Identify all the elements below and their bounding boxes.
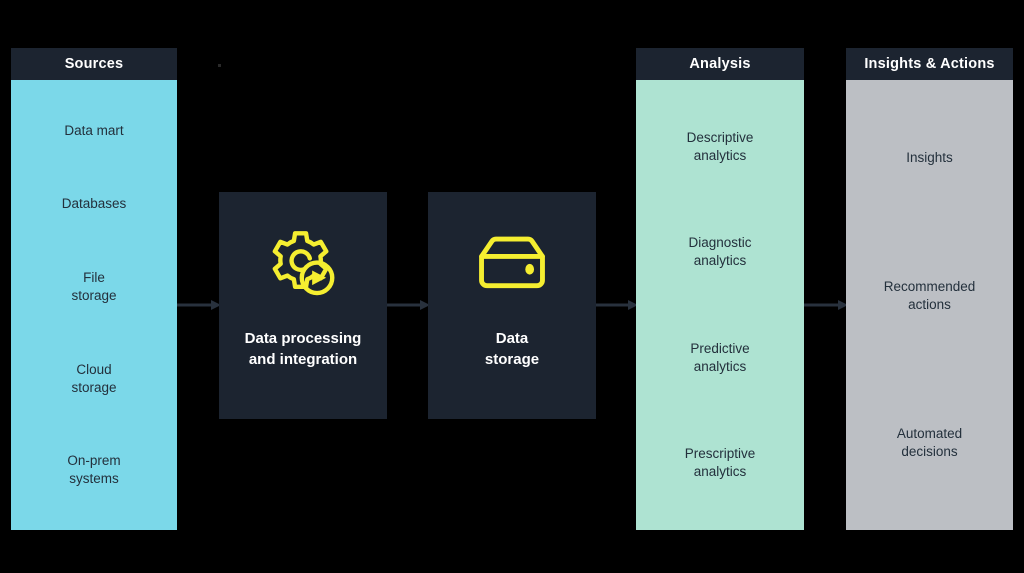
stage-body-analysis: Descriptive analytics Diagnostic analyti… (636, 80, 804, 530)
stray-dot-artifact (218, 64, 221, 67)
stage-item-automated-decisions[interactable]: Automated decisions (897, 425, 962, 461)
stage-column-insights: Insights & Actions Insights Recommended … (846, 48, 1013, 530)
stage-item-predictive-analytics[interactable]: Predictive analytics (690, 340, 749, 376)
stage-column-sources: Sources Data mart Databases File storage… (11, 48, 177, 530)
stage-header-analysis: Analysis (636, 48, 804, 80)
stage-item-diagnostic-analytics[interactable]: Diagnostic analytics (688, 234, 751, 270)
storage-box-icon (473, 226, 551, 304)
stage-body-insights: Insights Recommended actions Automated d… (846, 80, 1013, 530)
stage-item-prescriptive-analytics[interactable]: Prescriptive analytics (685, 445, 756, 481)
stage-item-cloud-storage[interactable]: Cloud storage (71, 361, 116, 397)
stage-header-sources: Sources (11, 48, 177, 80)
arrow-right-icon-storage-to-analysis (596, 300, 638, 310)
stage-column-analysis: Analysis Descriptive analytics Diagnosti… (636, 48, 804, 530)
gear-play-icon (264, 226, 342, 304)
stage-item-data-mart[interactable]: Data mart (64, 122, 123, 140)
card-data-processing[interactable]: Data processing and integration (219, 192, 387, 419)
stage-item-file-storage[interactable]: File storage (71, 269, 116, 305)
stage-item-insights[interactable]: Insights (906, 149, 953, 167)
arrow-right-icon-sources-to-processing (177, 300, 221, 310)
card-data-storage[interactable]: Data storage (428, 192, 596, 419)
stage-item-recommended-actions[interactable]: Recommended actions (884, 278, 976, 314)
stage-header-insights: Insights & Actions (846, 48, 1013, 80)
arrow-right-icon-processing-to-storage (387, 300, 430, 310)
arrow-right-icon-analysis-to-insights (804, 300, 848, 310)
stage-body-sources: Data mart Databases File storage Cloud s… (11, 80, 177, 530)
card-label-data-storage: Data storage (484, 330, 540, 368)
stage-item-on-prem-systems[interactable]: On-prem systems (67, 452, 120, 488)
stage-item-descriptive-analytics[interactable]: Descriptive analytics (687, 129, 754, 165)
diagram-canvas: Sources Data mart Databases File storage… (0, 0, 1024, 573)
card-label-data-processing: Data processing and integration (244, 330, 362, 368)
stage-item-databases[interactable]: Databases (62, 195, 127, 213)
